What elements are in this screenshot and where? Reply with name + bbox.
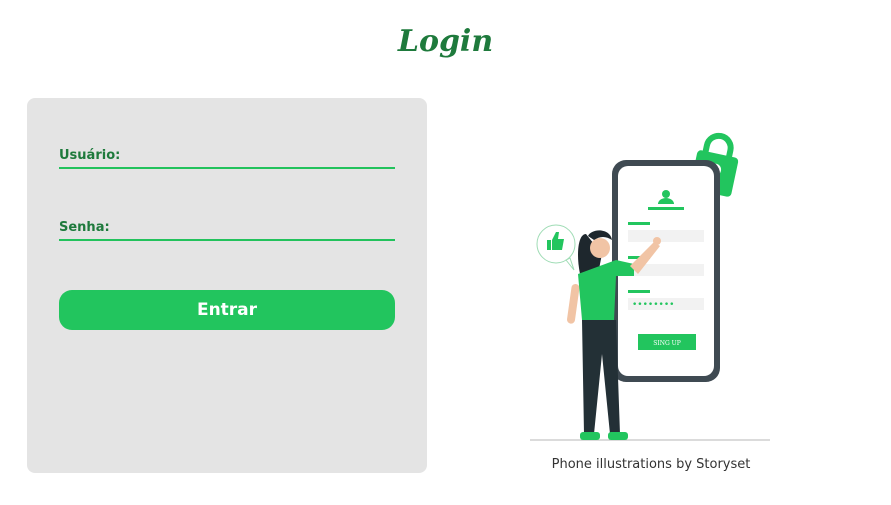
svg-text:••••••••: •••••••• bbox=[632, 300, 674, 310]
login-illustration: •••••••• SING UP bbox=[530, 132, 770, 441]
username-label: Usuário: bbox=[59, 148, 121, 163]
login-button[interactable]: Entrar bbox=[59, 290, 395, 330]
login-card: Usuário: Senha: Entrar bbox=[27, 98, 427, 473]
password-input[interactable] bbox=[59, 235, 395, 241]
username-field-group: Usuário: bbox=[59, 148, 395, 169]
password-label: Senha: bbox=[59, 220, 110, 235]
page-title: Login bbox=[397, 24, 494, 59]
signup-text: SING UP bbox=[653, 340, 681, 347]
username-input[interactable] bbox=[59, 163, 395, 169]
illustration-credit: Phone illustrations by Storyset bbox=[551, 457, 751, 472]
thumbs-up-icon bbox=[536, 224, 576, 271]
password-field-group: Senha: bbox=[59, 220, 395, 241]
